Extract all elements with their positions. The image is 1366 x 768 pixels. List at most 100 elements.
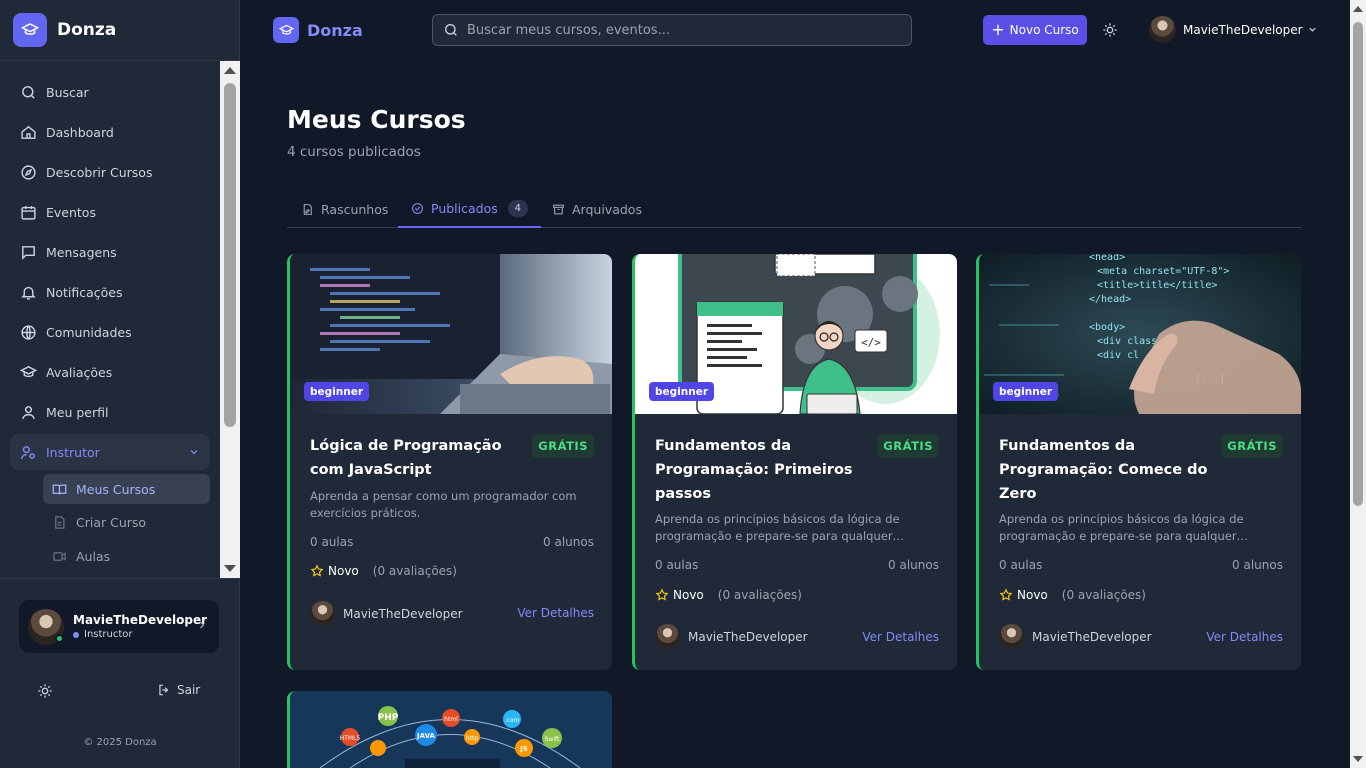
search-input[interactable]: [467, 22, 887, 38]
book-open-icon: [52, 484, 67, 495]
price-badge: GRÁTIS: [532, 434, 594, 458]
check-circle-icon: [412, 202, 423, 214]
scroll-down-arrow-icon[interactable]: [224, 565, 236, 572]
avatar: [28, 608, 64, 645]
sidebar-subitem-label: Criar Curso: [76, 514, 147, 530]
course-title[interactable]: Lógica de Programação com JavaScript: [310, 434, 535, 482]
graduation-cap-icon: [20, 365, 37, 377]
sidebar-item-dashboard[interactable]: Dashboard: [10, 114, 210, 150]
user-cog-icon: [20, 445, 35, 459]
role-label: Instructor: [84, 629, 133, 640]
page-subtitle: 4 cursos publicados: [287, 144, 421, 160]
star-icon: [999, 588, 1013, 601]
scroll-up-arrow-icon[interactable]: [224, 67, 236, 74]
view-details-link[interactable]: Ver Detalhes: [517, 606, 594, 620]
online-status-dot: [55, 633, 64, 643]
tech-tag: PHP: [378, 713, 399, 723]
scrollbar-thumb[interactable]: [1353, 22, 1363, 506]
sidebar-scrollbar[interactable]: [220, 61, 240, 578]
sidebar-footer: MavieTheDeveloper Instructor Sair © 2025…: [0, 578, 240, 768]
view-details-link[interactable]: Ver Detalhes: [862, 630, 939, 644]
logout-button[interactable]: Sair: [157, 683, 200, 697]
sidebar-item-instrutor[interactable]: Instrutor: [10, 434, 210, 470]
page-scrollbar[interactable]: [1350, 0, 1366, 768]
students-count: 0 alunos: [888, 558, 939, 572]
theme-toggle-sidebar[interactable]: [37, 683, 53, 703]
course-rating: Novo (0 avaliações): [655, 588, 802, 602]
course-card[interactable]: beginner Lógica de Programação com JavaS…: [287, 254, 612, 670]
sidebar-user-role: Instructor: [73, 629, 207, 640]
sidebar-item-label: Instrutor: [46, 444, 100, 460]
sidebar-item-label: Mensagens: [46, 244, 117, 260]
sidebar-item-notificacoes[interactable]: Notificações: [10, 274, 210, 310]
tab-rascunhos[interactable]: Rascunhos: [288, 190, 401, 228]
code-line: <body>: [1089, 322, 1125, 333]
sidebar-item-comunidades[interactable]: Comunidades: [10, 314, 210, 350]
chevron-down-icon: [1308, 27, 1316, 32]
search-bar[interactable]: [432, 14, 912, 46]
view-details-link[interactable]: Ver Detalhes: [1206, 630, 1283, 644]
scroll-down-arrow-icon[interactable]: [1353, 756, 1363, 762]
course-tabs: Rascunhos Publicados 4 Arquivados: [287, 190, 1301, 228]
sun-icon: [38, 684, 52, 698]
sidebar-item-label: Eventos: [46, 204, 96, 220]
sidebar-user-name: MavieTheDeveloper: [73, 613, 208, 627]
course-title[interactable]: Fundamentos da Programação: Primeiros pa…: [655, 434, 880, 506]
tech-tag: HTML5: [340, 735, 361, 742]
calendar-icon: [21, 205, 36, 220]
sidebar-item-label: Buscar: [46, 84, 89, 100]
course-author: MavieTheDeveloper: [310, 601, 463, 626]
course-author: MavieTheDeveloper: [655, 624, 808, 649]
user-menu[interactable]: MavieTheDeveloper: [1149, 16, 1318, 43]
course-title[interactable]: Fundamentos da Programação: Comece do Ze…: [999, 434, 1224, 506]
level-badge: beginner: [304, 382, 370, 401]
course-card[interactable]: PHP HTML5 html JAVA http .com JS Swift: [287, 691, 612, 768]
chevron-right-icon: [200, 621, 205, 629]
plus-icon: +: [991, 20, 1005, 39]
scroll-up-arrow-icon[interactable]: [1353, 6, 1363, 12]
new-course-label: Novo Curso: [1009, 23, 1079, 37]
level-badge: beginner: [993, 382, 1059, 401]
course-card[interactable]: </> beginner Fundamentos da Programação:…: [632, 254, 957, 670]
logout-label: Sair: [177, 683, 201, 697]
scrollbar-thumb[interactable]: [224, 83, 236, 427]
sidebar-item-buscar[interactable]: Buscar: [10, 74, 210, 110]
sidebar-item-label: Avaliações: [46, 364, 113, 380]
new-course-button[interactable]: + Novo Curso: [983, 15, 1087, 45]
sun-icon: [1103, 23, 1117, 37]
bell-icon: [21, 286, 36, 300]
svg-text:</>: </>: [861, 336, 881, 349]
price-badge: GRÁTIS: [877, 434, 939, 458]
sidebar-item-mensagens[interactable]: Mensagens: [10, 234, 210, 270]
author-name: MavieTheDeveloper: [343, 606, 463, 621]
star-icon: [310, 564, 324, 577]
sidebar-item-descobrir[interactable]: Descobrir Cursos: [10, 154, 210, 190]
tech-tag: .com: [505, 717, 520, 724]
tab-arquivados[interactable]: Arquivados: [539, 190, 655, 228]
sidebar-item-label: Dashboard: [46, 124, 114, 140]
course-card[interactable]: <head> <meta charset="UTF-8"> <title>tit…: [976, 254, 1301, 670]
sidebar-item-eventos[interactable]: Eventos: [10, 194, 210, 230]
code-line: <head>: [1089, 254, 1125, 263]
sidebar-subitem-criar-curso[interactable]: Criar Curso: [43, 507, 210, 537]
tab-publicados[interactable]: Publicados 4: [398, 190, 541, 228]
tech-tag: http: [466, 735, 479, 742]
avatar: [310, 601, 335, 626]
reviews-count: (0 avaliações): [1061, 588, 1146, 602]
sidebar-brand[interactable]: Donza: [0, 0, 239, 61]
topbar-brand[interactable]: Donza: [273, 17, 363, 43]
sidebar-item-meu-perfil[interactable]: Meu perfil: [10, 394, 210, 430]
price-badge: GRÁTIS: [1221, 434, 1283, 458]
search-icon: [22, 85, 35, 99]
sidebar-subitem-label: Aulas: [76, 548, 111, 564]
theme-toggle-button[interactable]: [1102, 22, 1118, 42]
sidebar-subitem-meus-cursos[interactable]: Meus Cursos: [43, 474, 210, 504]
sidebar-item-label: Meu perfil: [46, 404, 109, 420]
sidebar-item-label: Descobrir Cursos: [46, 164, 153, 180]
sidebar-subitem-aulas[interactable]: Aulas: [43, 541, 210, 571]
chevron-down-icon: [190, 450, 198, 455]
sidebar-item-avaliacoes[interactable]: Avaliações: [10, 354, 210, 390]
search-icon: [445, 24, 457, 36]
tab-label: Arquivados: [572, 201, 642, 217]
sidebar-user-card[interactable]: MavieTheDeveloper Instructor: [19, 600, 219, 653]
